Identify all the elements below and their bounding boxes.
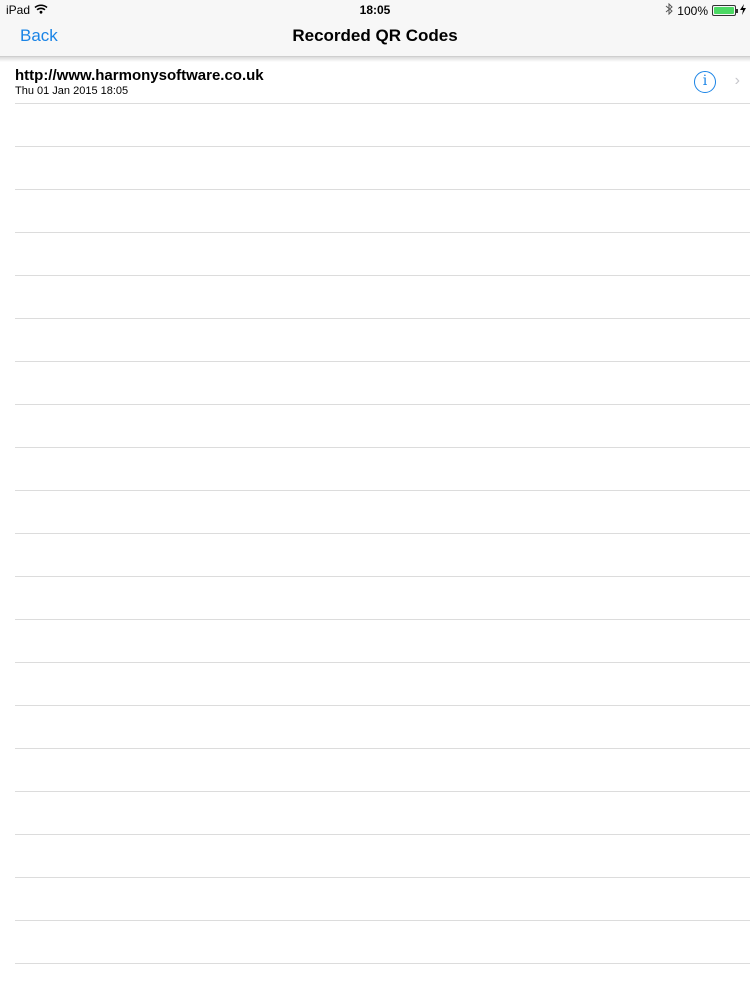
empty-row [15,534,750,577]
empty-row [15,104,750,147]
battery-fill [714,7,734,14]
empty-row [15,448,750,491]
battery-percent: 100% [677,3,708,18]
empty-row [15,792,750,835]
empty-row [15,405,750,448]
qr-code-list: http://www.harmonysoftware.co.uk Thu 01 … [0,62,750,964]
empty-row [15,362,750,405]
bluetooth-icon [665,2,674,18]
empty-row [15,878,750,921]
info-icon[interactable]: i [694,71,716,93]
status-time: 18:05 [359,3,391,17]
empty-row [15,620,750,663]
list-item[interactable]: http://www.harmonysoftware.co.uk Thu 01 … [15,62,750,104]
empty-row [15,190,750,233]
page-title: Recorded QR Codes [292,26,458,45]
empty-row [15,276,750,319]
empty-row [15,147,750,190]
empty-row [15,663,750,706]
empty-row [15,319,750,362]
empty-rows [0,104,750,964]
chevron-right-icon: › [734,72,740,89]
status-right: 100% [665,2,746,18]
empty-row [15,749,750,792]
empty-row [15,835,750,878]
navigation-bar: Back Recorded QR Codes [0,20,750,57]
status-bar: iPad 18:05 100% [0,0,750,20]
empty-row [15,233,750,276]
list-item-subtitle: Thu 01 Jan 2015 18:05 [15,85,129,97]
list-item-title: http://www.harmonysoftware.co.uk [15,67,264,84]
empty-row [15,577,750,620]
battery-icon [712,5,738,16]
empty-row [15,921,750,964]
empty-row [15,706,750,749]
charging-icon [740,3,746,18]
back-button[interactable]: Back [20,26,58,46]
empty-row [15,491,750,534]
